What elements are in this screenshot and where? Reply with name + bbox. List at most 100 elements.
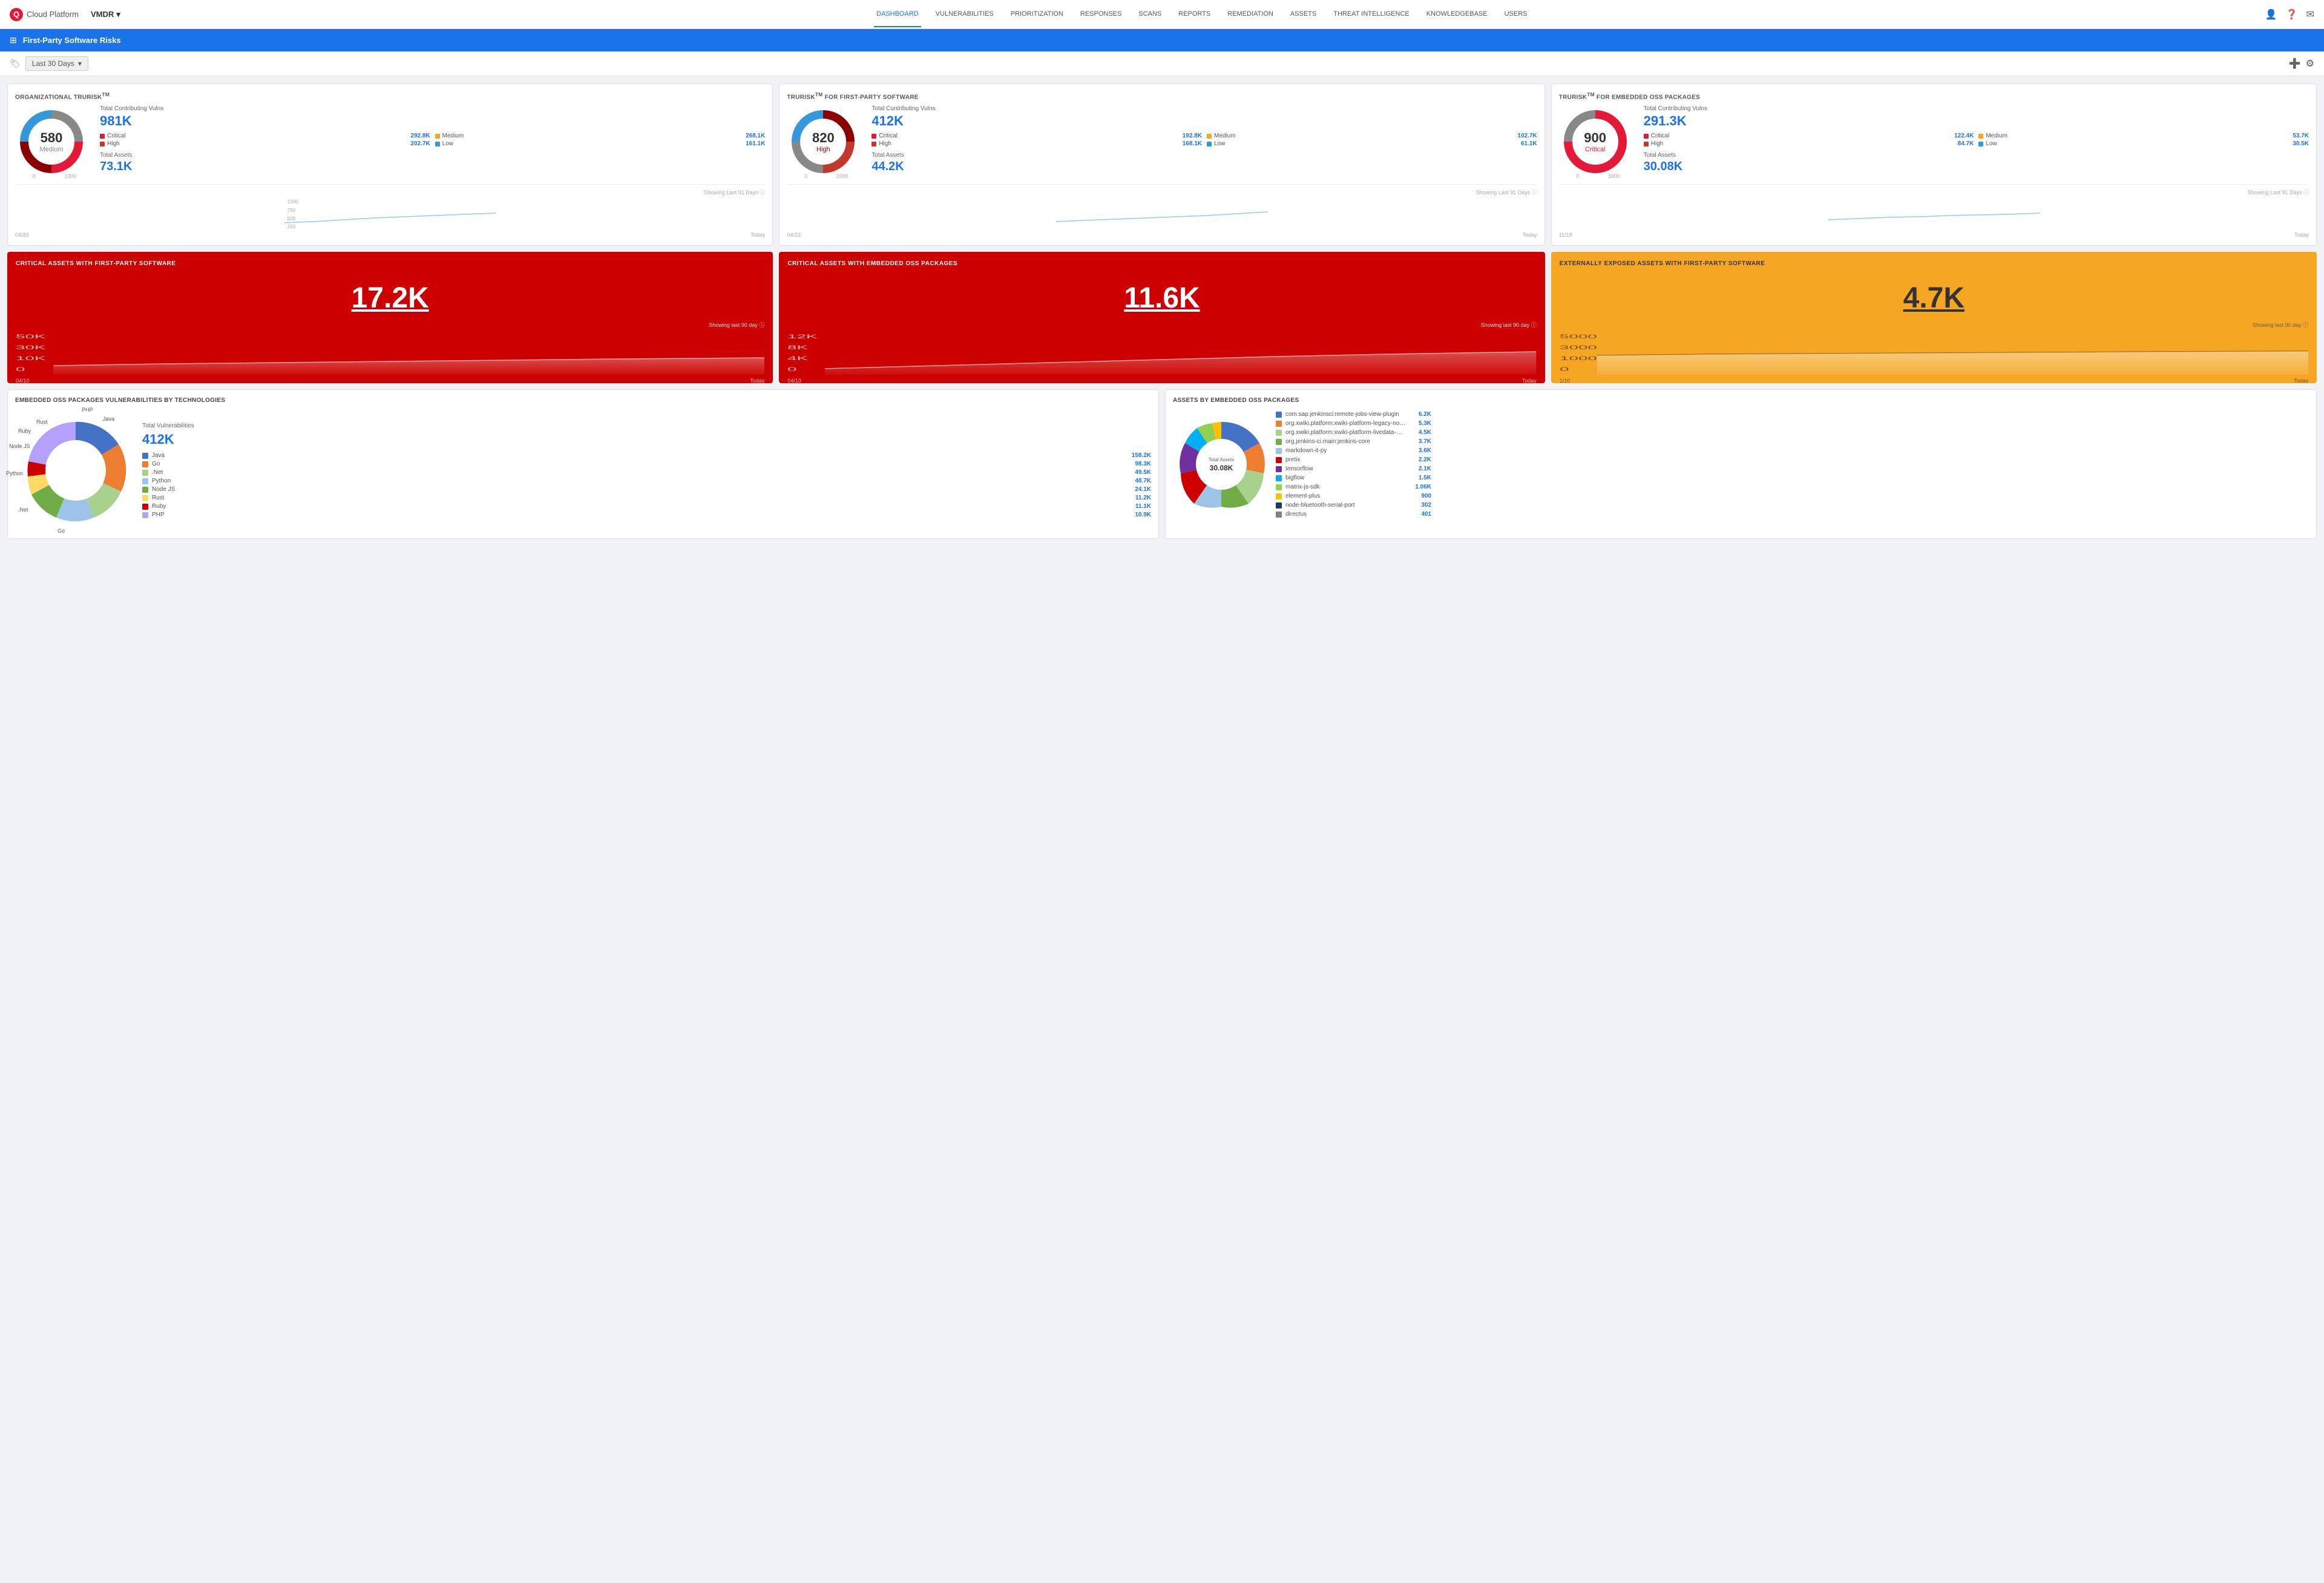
legend-java: Java 158.2K <box>142 452 1151 459</box>
platform-name: Cloud Platform <box>27 10 79 19</box>
vuln-legend: Total Vulnerabilities 412K Java 158.2K G… <box>142 423 1151 518</box>
asset-item-4: org.jenkins-ci.main:jenkins-core 3.7K <box>1276 437 2309 446</box>
top-bar: Q Cloud Platform VMDR ▾ DASHBOARD VULNER… <box>0 0 2324 29</box>
help-icon[interactable]: ❓ <box>2286 8 2298 21</box>
legend-go: Go 98.3K <box>142 461 1151 467</box>
asset-item-10: element-plus 900 <box>1276 492 2309 501</box>
nav-dashboard[interactable]: DASHBOARD <box>874 2 921 27</box>
critical-first-party-card: CRITICAL ASSETS WITH FIRST-PARTY SOFTWAR… <box>7 252 773 383</box>
svg-text:50K: 50K <box>16 334 46 340</box>
externally-exposed-value[interactable]: 4.7K <box>1560 269 2308 321</box>
page-title: First-Party Software Risks <box>23 36 121 45</box>
add-icon[interactable]: ➕ <box>2289 58 2301 70</box>
svg-text:8K: 8K <box>787 344 808 350</box>
nav-prioritization[interactable]: PRIORITIZATION <box>1008 2 1066 27</box>
org-chart-svg: 250 500 750 1000 <box>15 199 765 229</box>
mail-icon[interactable]: ✉ <box>2306 8 2314 21</box>
asset-item-1: com.sap.jenkinsci:remote-jobs-view-plugi… <box>1276 410 2309 419</box>
settings-icon[interactable]: ⚙ <box>2306 58 2314 70</box>
filter-dropdown-icon: ▾ <box>78 59 82 68</box>
svg-text:30.08K: 30.08K <box>1210 464 1233 472</box>
filter-label: Last 30 Days <box>32 59 74 68</box>
org-mini-chart: Showing Last 91 Days ⓘ 250 500 750 1000 … <box>15 184 765 238</box>
org-stats: Total Contributing Vulns 981K Critical 2… <box>100 105 765 179</box>
org-gauge: 580 Medium <box>15 105 88 178</box>
vmdr-button[interactable]: VMDR ▾ <box>91 10 120 19</box>
nav-knowledgebase[interactable]: KNOWLEDGEBASE <box>1424 2 1490 27</box>
legend-nodejs: Node JS 24.1K <box>142 486 1151 493</box>
nav-remediation[interactable]: REMEDIATION <box>1225 2 1276 27</box>
asset-item-2: org.xwiki.platform:xwiki-platform-legacy… <box>1276 419 2309 428</box>
vuln-high: High 202.7K <box>100 140 430 147</box>
oss-vuln-grid: Critical 122.4K Medium 53.7K High 84.7K <box>1644 133 2309 147</box>
nav-responses[interactable]: RESPONSES <box>1078 2 1124 27</box>
org-gauge-score: 580 Medium <box>39 130 63 153</box>
first-gauge: 820 High <box>787 105 859 178</box>
critical-oss-card: CRITICAL ASSETS WITH EMBEDDED OSS PACKAG… <box>779 252 1544 383</box>
oss-trurisk-body: 900 Critical 0 1000 Total Contributing V… <box>1559 105 2309 179</box>
critical-oss-value[interactable]: 11.6K <box>787 269 1536 321</box>
logo-area: Q Cloud Platform <box>10 8 79 21</box>
vuln-medium: Medium 268.1K <box>435 133 766 139</box>
bottom-row: EMBEDDED OSS PACKAGES VULNERABILITIES BY… <box>7 389 2317 539</box>
assets-donut-svg: Total Assets 30.08K <box>1173 416 1270 513</box>
toolbar: 🏷 Last 30 Days ▾ ➕ ⚙ <box>0 51 2324 76</box>
oss-gauge-area: 900 Critical 0 1000 <box>1559 105 1638 179</box>
critical-first-value[interactable]: 17.2K <box>16 269 764 321</box>
asset-item-7: tensorflow 2.1K <box>1276 464 2309 473</box>
org-trurisk-card: ORGANIZATIONAL TruRiskTM <box>7 84 773 246</box>
svg-text:500: 500 <box>287 216 296 222</box>
sub-header: ⊞ First-Party Software Risks <box>0 29 2324 51</box>
oss-mini-chart: Showing Last 91 Days ⓘ 11/19 Today <box>1559 184 2309 238</box>
first-mini-chart: Showing Last 91 Days ⓘ 04/23 Today <box>787 184 1537 238</box>
date-filter-button[interactable]: Last 30 Days ▾ <box>25 56 88 71</box>
asset-item-11: node-bluetooth-serial-port 302 <box>1276 501 2309 510</box>
asset-item-3: org.xwiki.platform:xwiki-platform-liveda… <box>1276 428 2309 437</box>
main-nav: DASHBOARD VULNERABILITIES PRIORITIZATION… <box>139 2 2265 27</box>
nav-assets[interactable]: ASSETS <box>1288 2 1319 27</box>
oss-trurisk-title: TruRiskTM FOR EMBEDDED OSS PACKAGES <box>1559 91 2309 100</box>
legend-python: Python 48.7K <box>142 478 1151 484</box>
externally-exposed-card: EXTERNALLY EXPOSED ASSETS WITH FIRST-PAR… <box>1551 252 2317 383</box>
legend-ruby: Ruby 11.1K <box>142 503 1151 510</box>
assets-by-oss-card: ASSETS BY EMBEDDED OSS PACKAGES <box>1165 389 2317 539</box>
tag-icon: 🏷 <box>10 59 21 69</box>
first-gauge-area: 820 High 0 1000 <box>787 105 865 179</box>
vuln-low: Low 161.1K <box>435 140 766 147</box>
svg-text:4K: 4K <box>787 355 808 361</box>
critical-oss-chart: 12K 8K 4K 0 04/10 Today <box>787 332 1536 375</box>
nav-users[interactable]: USERS <box>1502 2 1530 27</box>
svg-text:5000: 5000 <box>1560 334 1597 340</box>
nav-threat-intelligence[interactable]: THREAT INTELLIGENCE <box>1331 2 1412 27</box>
asset-item-9: matrix-js-sdk 1.06K <box>1276 482 2309 492</box>
svg-text:Total Assets: Total Assets <box>1209 457 1235 462</box>
svg-text:1000: 1000 <box>287 199 298 205</box>
main-content: ORGANIZATIONAL TruRiskTM <box>0 76 2324 546</box>
nav-reports[interactable]: REPORTS <box>1176 2 1213 27</box>
svg-text:10K: 10K <box>16 355 46 361</box>
svg-text:30K: 30K <box>16 344 46 350</box>
asset-item-12: directus 401 <box>1276 510 2309 519</box>
org-trurisk-body: 580 Medium 0 1000 Total Contributing Vul… <box>15 105 765 179</box>
nav-vulnerabilities[interactable]: VULNERABILITIES <box>933 2 996 27</box>
oss-stats: Total Contributing Vulns 291.3K Critical… <box>1644 105 2309 179</box>
first-vuln-grid: Critical 192.8K Medium 102.7K High 168.1… <box>872 133 1537 147</box>
toolbar-right: ➕ ⚙ <box>2289 58 2314 70</box>
grid-icon: ⊞ <box>10 35 17 45</box>
nav-right-icons: 👤 ❓ ✉ <box>2265 8 2314 21</box>
org-vuln-grid: Critical 292.8K Medium 268.1K High 202.7… <box>100 133 765 147</box>
org-trurisk-title: ORGANIZATIONAL TruRiskTM <box>15 91 765 100</box>
asset-item-6: pretix 2.2K <box>1276 455 2309 464</box>
nav-scans[interactable]: SCANS <box>1136 2 1164 27</box>
oss-gauge-score: 900 Critical <box>1584 130 1606 153</box>
first-gauge-score: 820 High <box>812 130 835 153</box>
asset-item-5: markdown-it-py 3.6K <box>1276 446 2309 455</box>
user-icon[interactable]: 👤 <box>2265 8 2277 21</box>
org-showing-label: Showing Last 91 Days ⓘ <box>15 188 765 196</box>
vuln-donut-svg <box>15 410 136 531</box>
vuln-critical: Critical 292.8K <box>100 133 430 139</box>
legend-net: .Net 49.5K <box>142 469 1151 476</box>
first-party-trurisk-title: TruRiskTM FOR FIRST-PARTY SOFTWARE <box>787 91 1537 100</box>
legend-rust: Rust 11.2K <box>142 495 1151 501</box>
svg-text:12K: 12K <box>787 334 818 340</box>
